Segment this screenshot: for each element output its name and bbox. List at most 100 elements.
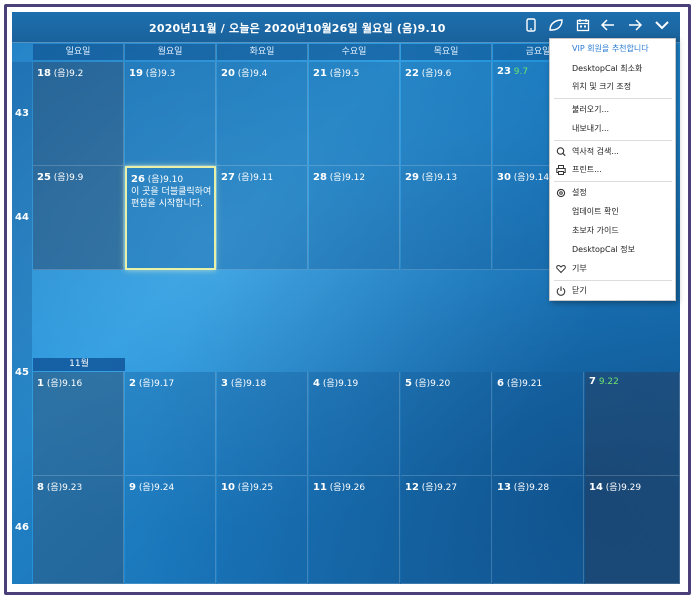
calendar-week-row: 1 (음)9.16 2 (음)9.17 3 (음)9.18 4 (음)9.19 … — [33, 372, 680, 476]
menu-item-settings[interactable]: 설정 — [550, 184, 675, 202]
lunar-date: 9.7 — [513, 67, 529, 77]
lunar-date: (음)9.26 — [329, 483, 366, 493]
day-cell[interactable]: 7 9.22 — [585, 372, 680, 476]
menu-item-donate[interactable]: 기부 — [550, 260, 675, 278]
day-number: 22 — [405, 68, 419, 79]
chevron-down-icon[interactable] — [653, 18, 671, 36]
day-cell[interactable]: 3 (음)9.18 — [217, 372, 308, 476]
lunar-date: (음)9.29 — [605, 483, 642, 493]
lunar-date: (음)9.12 — [329, 173, 366, 183]
day-cell[interactable]: 5 (음)9.20 — [401, 372, 492, 476]
day-number: 12 — [405, 482, 419, 493]
week-number: 46 — [15, 522, 29, 533]
menu-separator — [554, 98, 672, 99]
menu-item-close[interactable]: 닫기 — [550, 282, 675, 300]
day-cell[interactable]: 11 (음)9.26 — [309, 476, 400, 584]
menu-separator — [554, 280, 672, 281]
day-number: 26 — [131, 174, 145, 185]
day-cell[interactable]: 9 (음)9.24 — [125, 476, 216, 584]
lunar-date: 9.22 — [598, 377, 619, 387]
calendar-week-row: 8 (음)9.23 9 (음)9.24 10 (음)9.25 11 (음)9.2… — [33, 476, 680, 584]
day-number: 11 — [313, 482, 327, 493]
day-cell[interactable]: 4 (음)9.19 — [309, 372, 400, 476]
menu-item-position-size[interactable]: 위치 및 크기 조정 — [550, 78, 675, 96]
day-number: 18 — [37, 68, 51, 79]
day-cell[interactable]: 25 (음)9.9 — [33, 166, 124, 270]
day-number: 20 — [221, 68, 235, 79]
lunar-date: (음)9.4 — [237, 69, 268, 79]
lunar-date: (음)9.23 — [46, 483, 83, 493]
day-number: 4 — [313, 378, 320, 389]
calendar-icon[interactable] — [574, 18, 592, 36]
weekday-thursday: 목요일 — [401, 44, 492, 60]
menu-item-print[interactable]: 프린트... — [550, 161, 675, 179]
menu-item-label: 닫기 — [572, 286, 587, 295]
day-number: 2 — [129, 378, 136, 389]
arrow-left-icon[interactable] — [599, 18, 617, 36]
day-cell[interactable]: 20 (음)9.4 — [217, 62, 308, 166]
day-number: 6 — [497, 378, 504, 389]
day-cell[interactable]: 8 (음)9.23 — [33, 476, 124, 584]
day-cell[interactable]: 21 (음)9.5 — [309, 62, 400, 166]
lunar-date: (음)9.17 — [138, 379, 175, 389]
day-number: 9 — [129, 482, 136, 493]
lunar-date: (음)9.21 — [506, 379, 543, 389]
lunar-date: (음)9.20 — [414, 379, 451, 389]
lunar-date: (음)9.24 — [138, 483, 175, 493]
day-cell[interactable]: 27 (음)9.11 — [217, 166, 308, 270]
day-number: 1 — [37, 378, 44, 389]
lunar-date: (음)9.13 — [421, 173, 458, 183]
week-number: 43 — [15, 108, 29, 119]
menu-item-label: 기부 — [572, 264, 587, 273]
day-number: 23 — [497, 66, 511, 77]
day-cell[interactable]: 12 (음)9.27 — [401, 476, 492, 584]
weekday-wednesday: 수요일 — [309, 44, 400, 60]
day-number: 19 — [129, 68, 143, 79]
menu-item-guide[interactable]: 초보자 가이드 — [550, 222, 675, 240]
day-cell[interactable]: 1 (음)9.16 — [33, 372, 124, 476]
lunar-date: (음)9.14 — [513, 173, 550, 183]
week-number-column — [12, 62, 32, 584]
day-number: 14 — [589, 482, 603, 493]
calendar-title: 2020년11월 / 오늘은 2020년10월26일 월요일 (음)9.10 — [149, 22, 446, 35]
lunar-date: (음)9.10 — [147, 175, 184, 185]
day-cell[interactable]: 29 (음)9.13 — [401, 166, 492, 270]
menu-item-import[interactable]: 불러오기... — [550, 101, 675, 119]
day-number: 30 — [497, 172, 511, 183]
day-number: 5 — [405, 378, 412, 389]
lunar-date: (음)9.18 — [230, 379, 267, 389]
day-cell[interactable]: 13 (음)9.28 — [493, 476, 584, 584]
phone-icon[interactable] — [522, 18, 540, 36]
power-icon — [556, 282, 566, 307]
day-number: 21 — [313, 68, 327, 79]
day-number: 29 — [405, 172, 419, 183]
day-cell[interactable]: 2 (음)9.17 — [125, 372, 216, 476]
menu-item-update[interactable]: 업데이트 확인 — [550, 203, 675, 221]
menu-separator — [554, 140, 672, 141]
day-number: 28 — [313, 172, 327, 183]
day-cell[interactable]: 18 (음)9.2 — [33, 62, 124, 166]
day-cell[interactable]: 14 (음)9.29 — [585, 476, 680, 584]
day-cell[interactable]: 10 (음)9.25 — [217, 476, 308, 584]
menu-item-export[interactable]: 내보내기... — [550, 120, 675, 138]
day-cell[interactable]: 22 (음)9.6 — [401, 62, 492, 166]
menu-item-search[interactable]: 역사적 검색... — [550, 143, 675, 161]
settings-dropdown-menu: VIP 회원을 추천합니다 DesktopCal 최소화 위치 및 크기 조정 … — [549, 38, 676, 301]
menu-separator — [554, 181, 672, 182]
today-cell[interactable]: 26 (음)9.10 이 곳을 더블클릭하여 편집을 시작합니다. — [125, 166, 216, 270]
leaf-icon[interactable] — [547, 18, 565, 36]
menu-item-about[interactable]: DesktopCal 정보 — [550, 241, 675, 259]
day-cell[interactable]: 6 (음)9.21 — [493, 372, 584, 476]
day-cell[interactable]: 28 (음)9.12 — [309, 166, 400, 270]
menu-item-vip[interactable]: VIP 회원을 추천합니다 — [550, 40, 675, 58]
arrow-right-icon[interactable] — [626, 18, 644, 36]
menu-item-minimize[interactable]: DesktopCal 최소화 — [550, 60, 675, 78]
day-cell[interactable]: 19 (음)9.3 — [125, 62, 216, 166]
day-number: 7 — [589, 376, 596, 387]
lunar-date: (음)9.9 — [53, 173, 84, 183]
lunar-date: (음)9.16 — [46, 379, 83, 389]
day-number: 13 — [497, 482, 511, 493]
lunar-date: (음)9.19 — [322, 379, 359, 389]
day-number: 10 — [221, 482, 235, 493]
weekday-tuesday: 화요일 — [217, 44, 308, 60]
